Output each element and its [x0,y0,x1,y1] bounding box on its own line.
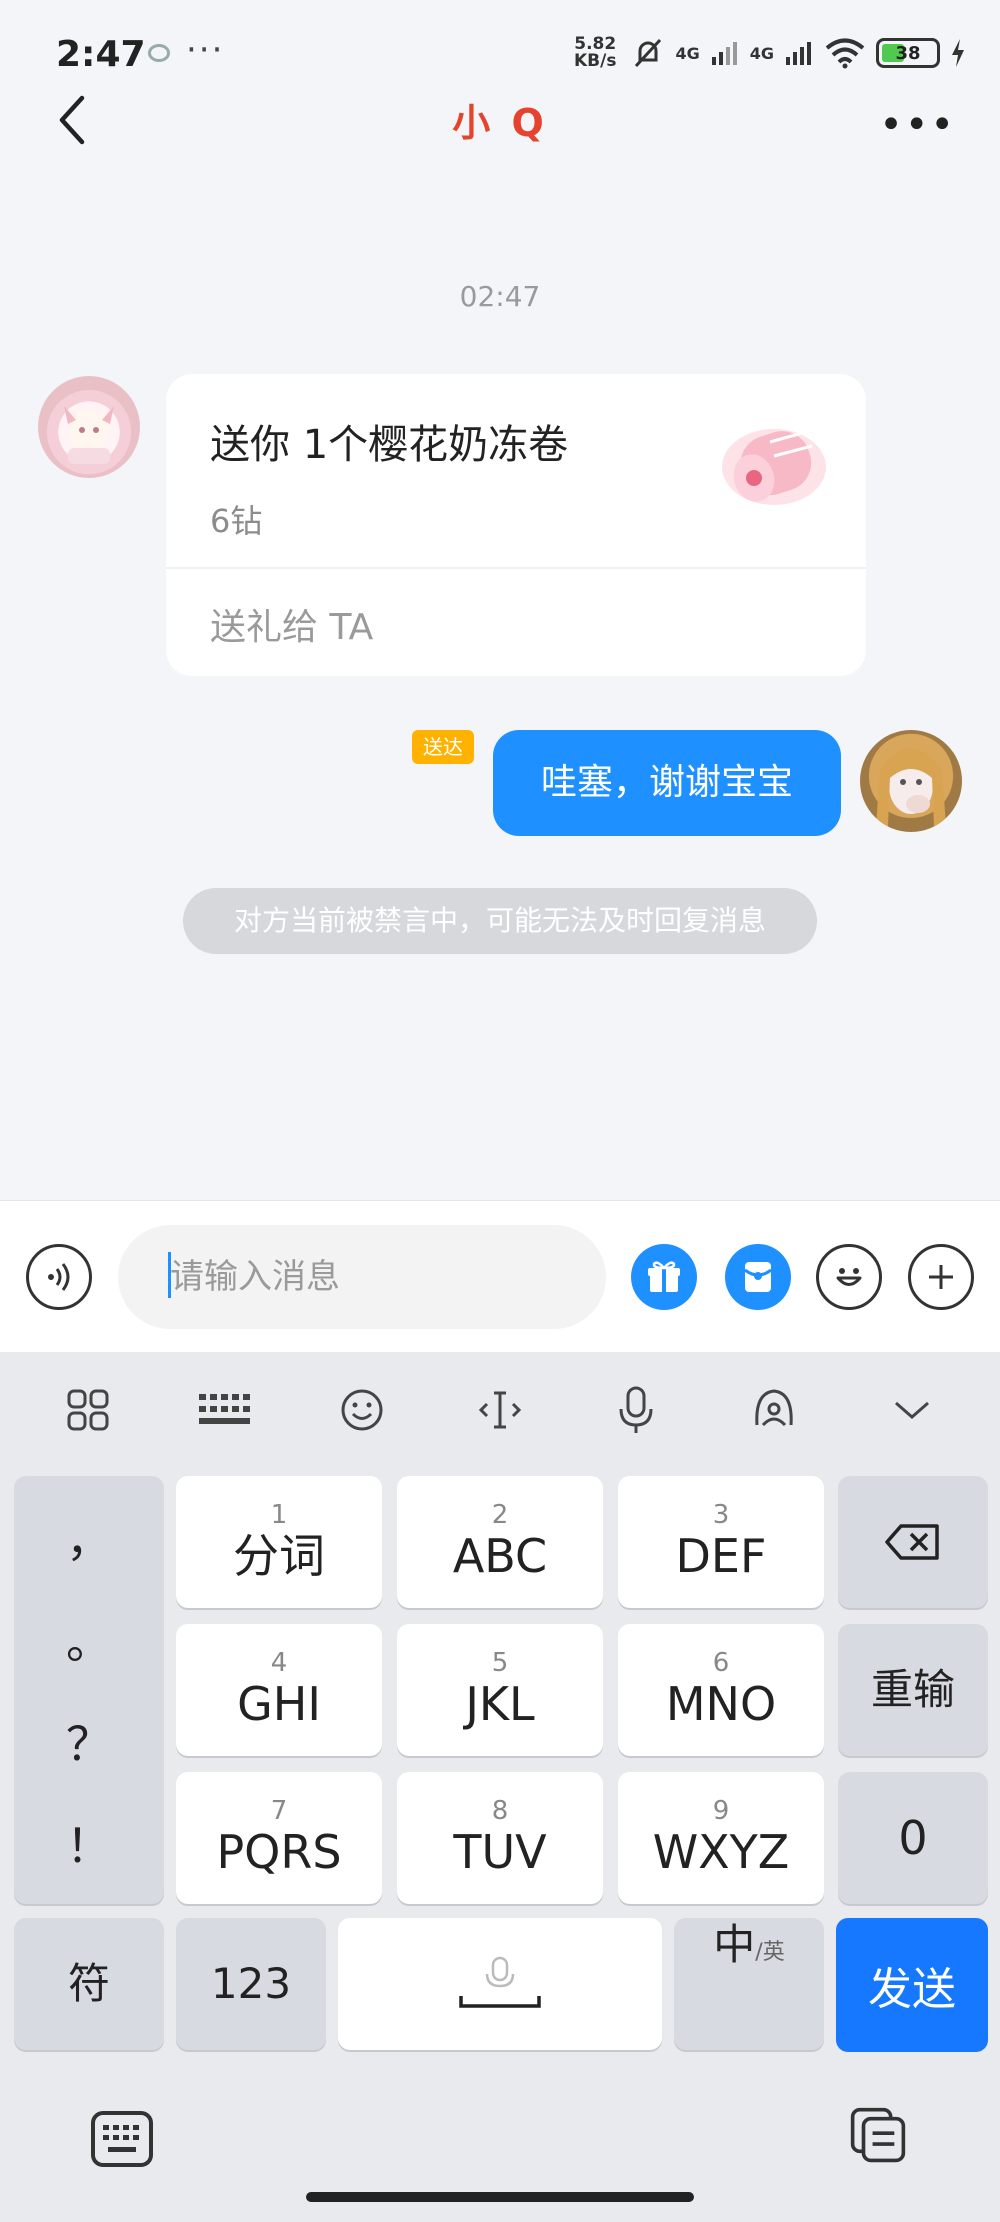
message-input[interactable] [118,1225,606,1329]
my-avatar[interactable] [860,730,962,832]
key-label: MNO [665,1677,777,1731]
key-label: 0 [898,1811,928,1865]
punct-question-key[interactable]: ？ [66,1708,112,1774]
network-type-1: 4G [675,43,700,63]
gift-title: 送你 1个樱花奶冻卷 [210,422,569,468]
punctuation-column[interactable]: ， 。 ？ ！ [14,1476,164,1904]
key-number: 9 [712,1796,730,1826]
more-notifications-icon: ··· [186,30,225,70]
key-label: GHI [237,1677,321,1731]
gift-card-divider [166,567,866,569]
signal-icon-2 [786,42,811,65]
charging-icon [952,39,964,67]
network-speed-unit: KB/s [574,51,617,71]
gift-icon [648,1261,680,1292]
network-speed: 5.82 KB/s [574,36,616,70]
language-switch-key[interactable]: 中 /英 [674,1918,824,2050]
home-indicator[interactable] [306,2192,694,2202]
backspace-icon [885,1524,939,1560]
key-1[interactable]: 1 分词 [176,1476,382,1608]
reenter-label: 重输 [870,1665,955,1714]
handwriting-icon[interactable] [744,1380,804,1440]
send-gift-link[interactable]: 送礼给 TA [210,598,373,650]
red-packet-button[interactable] [725,1244,791,1310]
chat-notification-icon [148,44,170,62]
chat-title: 小 Q [452,101,548,145]
microphone-icon[interactable] [606,1380,666,1440]
key-label: WXYZ [652,1825,790,1879]
more-actions-button[interactable] [908,1244,974,1310]
battery-level: 38 [895,42,921,64]
voice-wave-icon [48,1263,70,1291]
status-icons: 4G 4G 38 [631,36,966,70]
key-label: 分词 [233,1529,325,1583]
key-number: 1 [270,1500,288,1530]
text-cursor [168,1252,171,1298]
numbers-key[interactable]: 123 [176,1918,326,2050]
gift-button[interactable] [631,1244,697,1310]
key-8[interactable]: 8 TUV [397,1772,603,1904]
outgoing-message-bubble[interactable]: 哇塞，谢谢宝宝 [493,730,841,836]
key-9[interactable]: 9 WXYZ [618,1772,824,1904]
emoji-button[interactable] [816,1244,882,1310]
battery-icon: 38 [876,38,940,68]
collapse-keyboard-icon[interactable] [882,1380,942,1440]
smiley-icon [836,1268,862,1286]
message-timestamp: 02:47 [459,280,541,313]
symbols-key[interactable]: 符 [14,1918,164,2050]
key-3[interactable]: 3 DEF [618,1476,824,1608]
key-label: DEF [675,1529,767,1583]
emoji-panel-icon[interactable] [332,1380,392,1440]
key-label: JKL [465,1677,535,1731]
lang-sub-label: /英 [755,1940,785,1965]
lang-main-label: 中 [713,1920,756,1969]
delivered-badge: 送达 [412,730,474,764]
contact-avatar[interactable] [38,376,140,478]
key-number: 5 [491,1648,509,1678]
key-label: ABC [452,1529,548,1583]
key-number: 7 [270,1796,288,1826]
keyboard-apps-icon[interactable] [58,1380,118,1440]
voice-input-button[interactable] [26,1244,92,1310]
space-mic-icon [459,1956,541,2008]
key-label: PQRS [216,1825,342,1879]
key-number: 3 [712,1500,730,1530]
plus-icon [929,1265,953,1289]
network-type-2: 4G [749,43,774,63]
reenter-key[interactable]: 重输 [838,1624,988,1756]
signal-icon-1 [711,42,737,65]
keyboard-switch-icon[interactable] [90,2110,154,2168]
key-6[interactable]: 6 MNO [618,1624,824,1756]
key-5[interactable]: 5 JKL [397,1624,603,1756]
key-7[interactable]: 7 PQRS [176,1772,382,1904]
space-key[interactable] [338,1918,662,2050]
punct-period-key[interactable]: 。 [66,1606,112,1672]
key-4[interactable]: 4 GHI [176,1624,382,1756]
clipboard-icon[interactable] [846,2106,910,2164]
gift-price: 6钻 [210,502,263,540]
status-time: 2:47 [56,34,146,75]
wifi-icon [825,38,865,69]
key-number: 4 [270,1648,288,1678]
backspace-key[interactable] [838,1476,988,1608]
key-0[interactable]: 0 [838,1772,988,1904]
bell-muted-icon [635,38,662,68]
send-key[interactable]: 发送 [836,1918,988,2052]
key-number: 2 [491,1500,509,1530]
punct-exclaim-key[interactable]: ！ [66,1810,112,1876]
key-number: 6 [712,1648,730,1678]
punct-comma-key[interactable]: ， [66,1504,112,1570]
key-label: TUV [453,1825,547,1879]
more-options-icon[interactable]: ••• [879,102,956,148]
keyboard-layout-icon[interactable] [194,1380,254,1440]
system-notice: 对方当前被禁言中，可能无法及时回复消息 [183,888,817,954]
symbols-label: 符 [67,1959,110,2008]
numbers-label: 123 [210,1959,292,2008]
red-packet-icon [744,1262,772,1292]
key-2[interactable]: 2 ABC [397,1476,603,1608]
cake-roll-icon [722,429,826,505]
key-number: 8 [491,1796,509,1826]
cursor-move-icon[interactable] [470,1380,530,1440]
